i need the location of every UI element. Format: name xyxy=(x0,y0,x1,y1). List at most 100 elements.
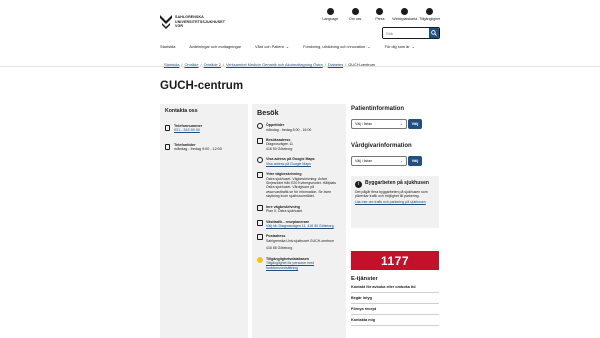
outdoor-text: Östra sjukhuset. Vägbeskrivning: Avfart … xyxy=(266,176,337,199)
breadcrumb-link[interactable]: Diabetes xyxy=(328,62,343,67)
eservice-link[interactable]: Kontakta mig xyxy=(351,315,439,326)
top-tool-label: Language xyxy=(322,17,339,21)
site-logo[interactable]: SAHLGRENSKA UNIVERSITETSSJUKHUSET VGR xyxy=(160,15,225,29)
care-info-heading: Vårdgivarinformation xyxy=(351,143,412,149)
breadcrumb-link[interactable]: Startsida xyxy=(164,62,179,67)
info-icon: i xyxy=(355,181,362,188)
building-icon xyxy=(257,137,263,144)
map-pin-icon xyxy=(257,157,263,164)
care-info-go-button[interactable]: Välj xyxy=(408,156,422,166)
logo-text: SAHLGRENSKA UNIVERSITETSSJUKHUSET VGR xyxy=(175,15,225,29)
patient-info-go-button[interactable]: Välj xyxy=(408,119,422,129)
search-icon xyxy=(431,30,437,36)
search-box xyxy=(382,27,440,39)
nav-item-label: Startsida xyxy=(160,44,176,49)
patient-info-heading: Patientinformation xyxy=(351,106,405,112)
accessibility-icon xyxy=(426,8,434,15)
google-maps: Visa adress på Google Maps Visa adress p… xyxy=(257,157,341,166)
top-tool-label: Webbplatskarta xyxy=(392,17,418,21)
nav-item-for-dig[interactable]: För dig som är ⌄ xyxy=(385,44,415,49)
press-icon xyxy=(376,8,384,15)
breadcrumb-separator: / xyxy=(222,62,225,67)
eservice-link[interactable]: Förnya recept xyxy=(351,304,439,315)
chevron-down-icon: ⌄ xyxy=(411,44,416,49)
top-tool-press[interactable]: Press xyxy=(368,8,393,22)
search-button[interactable] xyxy=(429,28,439,38)
contact-phone: Telefonnummer 031 - 343 59 00 xyxy=(165,124,243,133)
postal-line-2: 416 85 Göteborg xyxy=(266,246,293,251)
right-sidebar: Patientinformation Välj i listan ⌄ Välj … xyxy=(351,104,439,326)
top-tool-about[interactable]: Om oss xyxy=(343,8,368,22)
eservice-link[interactable]: Kontakt för avboka eller omboka tid xyxy=(351,282,439,293)
contact-heading: Kontakta oss xyxy=(165,108,198,114)
indoor-directions: Inre vägbeskrivning Plan 0, Östra sjukhu… xyxy=(257,204,341,214)
info-icon xyxy=(351,8,359,15)
breadcrumb-separator: / xyxy=(324,62,326,67)
select-value: Välj i listan xyxy=(355,159,373,163)
search-input[interactable] xyxy=(383,28,429,38)
chevron-down-icon: ⌄ xyxy=(399,159,403,163)
top-tool-language[interactable]: Language xyxy=(318,8,343,22)
door-icon xyxy=(257,204,263,211)
banner-1177[interactable]: 1177 xyxy=(351,251,439,270)
top-tool-label: Om oss xyxy=(348,17,362,21)
notice-link[interactable]: Läs mer om trafik och parkering på sjukh… xyxy=(355,200,435,204)
eservice-link[interactable]: Begär intyg xyxy=(351,293,439,304)
vgr-logo-icon xyxy=(160,15,172,29)
nav-item-label: För dig som är xyxy=(384,44,410,49)
patient-info-select[interactable]: Välj i listan ⌄ xyxy=(351,119,407,129)
page-title: GUCH-centrum xyxy=(160,80,244,92)
breadcrumb-link[interactable]: Område xyxy=(184,62,198,67)
nav-item-label: Forskning, utbildning och innovation xyxy=(303,44,366,49)
breadcrumb-link[interactable]: Verksamhet Medicin Geriatrik och Akutmot… xyxy=(226,62,323,67)
nav-item-avdelningar[interactable]: Avdelningar och mottagningar xyxy=(189,44,241,49)
care-info-select[interactable]: Välj i listan ⌄ xyxy=(351,156,407,166)
accessibility-icon xyxy=(257,256,263,263)
chevron-down-icon: ⌄ xyxy=(367,44,371,49)
top-tool-accessibility[interactable]: Tillgänglighet xyxy=(417,8,442,22)
site-header: SAHLGRENSKA UNIVERSITETSSJUKHUSET VGR La… xyxy=(0,0,600,67)
notice-header: i Byggarbeten på sjukhusen xyxy=(355,180,435,188)
transit-link[interactable]: Välj hit: Diagnosvägen 11, 416 50 Götebo… xyxy=(266,224,334,228)
logo-line-3: VGR xyxy=(175,24,184,29)
notice-title: Byggarbeten på sjukhusen xyxy=(365,180,429,186)
top-tool-sitemap[interactable]: Webbplatskarta xyxy=(392,8,417,22)
maps-link[interactable]: Visa adress på Google Maps xyxy=(266,162,315,166)
breadcrumb-separator: / xyxy=(345,62,347,67)
outdoor-directions: Yttre vägbeskrivning Östra sjukhuset. Vä… xyxy=(257,172,341,199)
top-tools: Language Om oss Press Webbplatskarta Til… xyxy=(318,8,442,22)
postal-line-1: Sahlgrenska Univ.sjukhuset GUCH-centrum xyxy=(266,238,335,243)
access-link[interactable]: Tillgänglighet för personer med funktion… xyxy=(266,261,341,270)
nav-item-vard[interactable]: Vård och Patient ⌄ xyxy=(255,44,289,49)
select-value: Välj i listan xyxy=(355,122,373,126)
contact-hours: Telefontider måndag - fredag 9:00 - 12:0… xyxy=(165,143,243,152)
breadcrumb-link[interactable]: Område 2 xyxy=(204,62,221,67)
top-tool-label: Tillgänglighet xyxy=(419,17,441,21)
main-navigation: Startsida Avdelningar och mottagningar V… xyxy=(160,44,429,49)
notice-text: Det pågår flera byggarbeten på sjukhusen… xyxy=(355,190,428,199)
nav-item-label: Avdelningar och mottagningar xyxy=(189,44,241,49)
address-line-2: 416 50 Göteborg xyxy=(266,146,293,151)
breadcrumb-separator: / xyxy=(200,62,202,67)
visit-panel: Besök Öppettider måndag - fredag 8:00 - … xyxy=(252,104,346,338)
top-tool-label: Press xyxy=(375,17,385,21)
chevron-down-icon: ⌄ xyxy=(285,44,290,49)
breadcrumb-current: GUCH-centrum xyxy=(348,62,376,67)
breadcrumb-separator: / xyxy=(181,62,183,67)
construction-notice: i Byggarbeten på sjukhusen Det pågår fle… xyxy=(351,176,439,228)
car-icon xyxy=(257,172,263,179)
mail-icon xyxy=(257,234,263,241)
phone-link[interactable]: 031 - 343 59 00 xyxy=(174,128,202,133)
sitemap-icon xyxy=(401,8,409,15)
postal-address: Postadress Sahlgrenska Univ.sjukhuset GU… xyxy=(257,234,341,250)
visit-heading: Besök xyxy=(257,108,279,117)
nav-item-startsida[interactable]: Startsida xyxy=(160,44,175,49)
nav-item-label: Vård och Patient xyxy=(254,44,284,49)
hours-value: måndag - fredag 9:00 - 12:00 xyxy=(174,147,222,151)
language-icon xyxy=(326,8,334,15)
chevron-down-icon: ⌄ xyxy=(399,122,403,126)
clock-icon xyxy=(257,123,263,129)
opening-hours: Öppettider måndag - fredag 8:00 - 16:00 xyxy=(257,123,341,132)
nav-item-forskning[interactable]: Forskning, utbildning och innovation ⌄ xyxy=(303,44,370,49)
accessibility-database: Tillgänglighetsdatabasen Tillgänglighet … xyxy=(257,256,341,270)
